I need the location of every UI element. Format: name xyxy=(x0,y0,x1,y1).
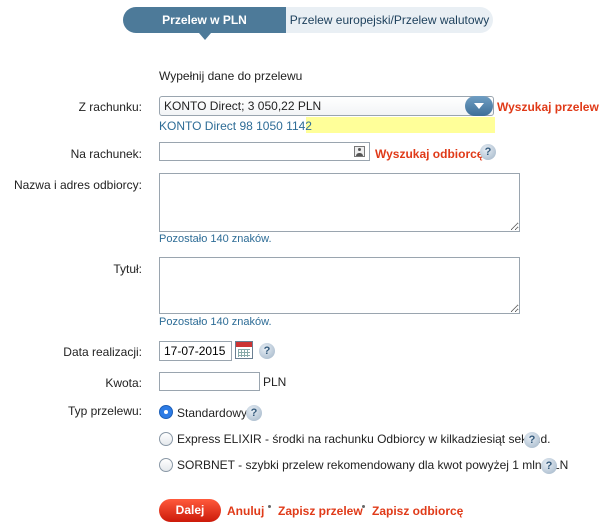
help-icon[interactable]: ? xyxy=(541,458,557,474)
title-label: Tytuł: xyxy=(113,262,142,276)
address-book-icon[interactable] xyxy=(354,146,365,157)
calendar-icon[interactable] xyxy=(235,341,253,359)
calendar-header xyxy=(236,342,252,347)
radio-standard[interactable] xyxy=(159,405,173,419)
from-account-select[interactable]: KONTO Direct; 3 050,22 PLN xyxy=(159,96,494,116)
title-textarea[interactable] xyxy=(159,257,520,314)
from-account-number: KONTO Direct 98 1050 1142 xyxy=(159,119,312,133)
save-transfer-link[interactable]: Zapisz przelew xyxy=(278,504,363,518)
help-icon[interactable]: ? xyxy=(246,405,262,421)
to-account-input[interactable] xyxy=(159,142,370,161)
radio-standard-label[interactable]: Standardowy xyxy=(177,406,247,420)
radio-express-elixir[interactable] xyxy=(159,432,173,446)
transfer-type-label: Typ przelewu: xyxy=(67,404,142,418)
tab-pln-transfer-label: Przelew w PLN xyxy=(162,13,247,27)
amount-label: Kwota: xyxy=(105,376,142,390)
from-account-selected-value: KONTO Direct; 3 050,22 PLN xyxy=(164,99,322,113)
account-number-highlight xyxy=(306,117,495,133)
separator-dot xyxy=(268,505,271,508)
separator-dot xyxy=(362,505,365,508)
title-char-counter: Pozostało 140 znaków. xyxy=(159,316,272,328)
active-tab-pointer xyxy=(199,33,211,40)
transfer-tabs: Przelew w PLN Przelew europejski/Przelew… xyxy=(123,7,493,40)
tab-pln-transfer[interactable]: Przelew w PLN xyxy=(123,7,286,40)
radio-sorbnet[interactable] xyxy=(159,458,173,472)
radio-sorbnet-label[interactable]: SORBNET - szybki przelew rekomendowany d… xyxy=(177,458,568,472)
recipient-label: Nazwa i adres odbiorcy: xyxy=(13,178,142,192)
cancel-link[interactable]: Anuluj xyxy=(227,504,264,518)
to-account-label: Na rachunek: xyxy=(70,147,142,161)
date-input[interactable] xyxy=(159,341,232,361)
amount-input[interactable] xyxy=(159,372,260,391)
tab-foreign-transfer[interactable]: Przelew europejski/Przelew walutowy xyxy=(286,7,493,33)
search-recipient-link[interactable]: Wyszukaj odbiorcę xyxy=(375,147,483,161)
date-label: Data realizacji: xyxy=(63,345,142,359)
from-account-label: Z rachunku: xyxy=(78,100,142,114)
amount-currency: PLN xyxy=(263,375,287,389)
search-transfer-link[interactable]: Wyszukaj przelew xyxy=(497,100,599,114)
form-intro: Wypełnij dane do przelewu xyxy=(159,69,303,83)
help-icon[interactable]: ? xyxy=(480,144,496,160)
help-icon[interactable]: ? xyxy=(524,432,540,448)
calendar-grid xyxy=(238,349,250,357)
save-recipient-link[interactable]: Zapisz odbiorcę xyxy=(372,504,463,518)
recipient-textarea[interactable] xyxy=(159,173,520,232)
recipient-char-counter: Pozostało 140 znaków. xyxy=(159,233,272,245)
help-icon[interactable]: ? xyxy=(259,343,275,359)
next-button[interactable]: Dalej xyxy=(159,499,221,522)
chevron-down-icon[interactable] xyxy=(465,96,493,116)
radio-express-elixir-label[interactable]: Express ELIXIR - środki na rachunku Odbi… xyxy=(177,432,551,446)
